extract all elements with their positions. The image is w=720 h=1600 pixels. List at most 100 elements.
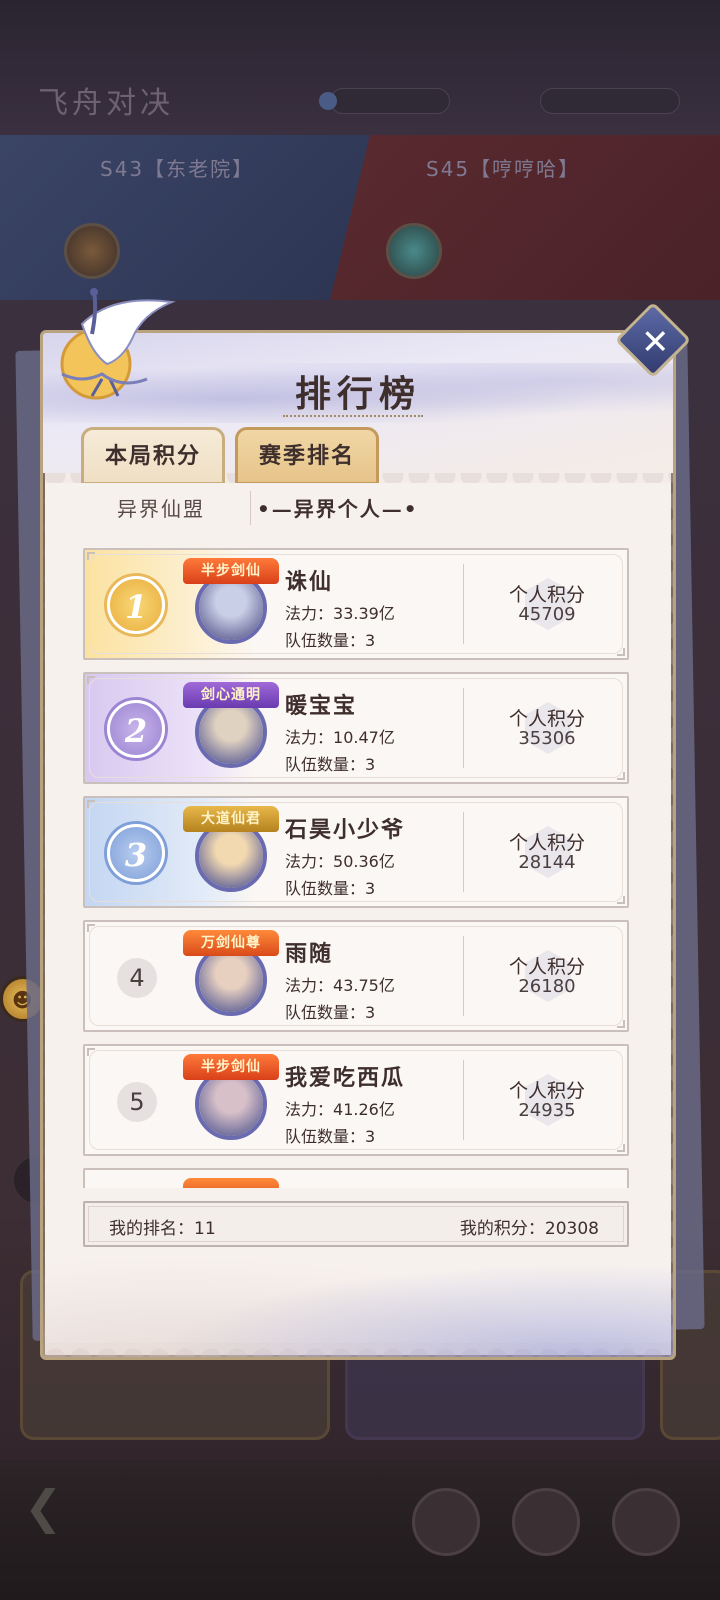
player-avatar[interactable]: 剑心通明 (183, 682, 279, 778)
bottom-menu-button-3[interactable] (612, 1488, 680, 1556)
ranking-row[interactable]: 1 半步剑仙 诛仙法力：33.39亿队伍数量：3 个人积分 45709 (83, 548, 629, 660)
row-corner (87, 676, 95, 684)
rank-medal-icon: 1 (107, 576, 165, 634)
title-badge: 大道仙君 (183, 806, 279, 832)
right-team-avatar (386, 223, 442, 279)
ranking-list[interactable]: 1 半步剑仙 诛仙 法力：33.39亿 队伍数量：3 个人积分 45709 2 剑心通明 暖宝宝法… (83, 548, 629, 1188)
score-value: 26180 (518, 976, 576, 997)
team-banners: S43【东老院】 S45【哼哼哈】 (0, 135, 720, 300)
team-count-label: 队伍数量： (285, 1003, 366, 1022)
right-team-name: S45【哼哼哈】 (426, 157, 581, 181)
player-power: 法力：41.26亿 (285, 1096, 395, 1120)
score-label: 个人积分 (508, 584, 585, 606)
ranking-row[interactable]: 5 半步剑仙 我爱吃西瓜 法力：41.26亿 队伍数量：3 个人积分 24935 (83, 1044, 629, 1156)
row-corner (87, 924, 95, 932)
my-score-label: 我的积分： (459, 1219, 545, 1239)
team-count-value: 3 (365, 1127, 376, 1146)
row-corner (617, 1020, 625, 1028)
title-badge: 半步剑仙 (183, 558, 279, 584)
left-team-banner: S43【东老院】 (0, 135, 370, 300)
row-divider (463, 812, 464, 892)
ranking-row[interactable]: 4 万剑仙尊 雨随 法力：43.75亿 队伍数量：3 个人积分 26180 (83, 920, 629, 1032)
team-count-label: 队伍数量： (285, 755, 366, 774)
right-team-banner: S45【哼哼哈】 (330, 135, 720, 300)
score-label: 个人积分 (508, 832, 585, 854)
power-value: 10.47亿 (333, 728, 395, 747)
score-value: 45709 (518, 604, 576, 625)
player-power: 法力：33.39亿 (285, 600, 395, 624)
player-avatar[interactable]: 万剑仙尊 (183, 930, 279, 1026)
player-name: 我爱吃西瓜 (285, 1065, 406, 1091)
power-label: 法力： (285, 852, 334, 871)
score-value: 28144 (518, 852, 576, 873)
tab-match-score[interactable]: 本局积分 (81, 427, 225, 485)
resource-counter-energy[interactable] (540, 88, 680, 114)
power-label: 法力： (285, 1100, 334, 1119)
subtab-ornament-left: •— (257, 497, 294, 521)
power-value: 50.36亿 (333, 852, 395, 871)
row-corner (617, 1144, 625, 1152)
resource-counter-gems[interactable] (319, 88, 450, 114)
row-divider (463, 564, 464, 644)
score-label: 个人积分 (508, 708, 585, 730)
score-value: 35306 (518, 728, 576, 749)
avatar-portrait (199, 700, 263, 764)
title-badge (183, 1178, 279, 1188)
power-label: 法力： (285, 604, 334, 623)
player-team-count: 队伍数量：3 (285, 875, 375, 899)
title-badge: 万剑仙尊 (183, 930, 279, 956)
team-count-label: 队伍数量： (285, 879, 366, 898)
player-name: 雨随 (285, 941, 334, 967)
left-team-name: S43【东老院】 (100, 157, 255, 181)
tab-season-rank[interactable]: 赛季排名 (235, 427, 379, 485)
player-team-count: 队伍数量：3 (285, 1123, 375, 1147)
subtab-personal[interactable]: •—异界个人—• (257, 493, 419, 522)
avatar-portrait (199, 576, 263, 640)
player-power: 法力：10.47亿 (285, 724, 395, 748)
power-value: 41.26亿 (333, 1100, 395, 1119)
player-name: 暖宝宝 (285, 693, 358, 719)
back-arrow-icon[interactable]: ❮ (24, 1480, 63, 1534)
row-corner (87, 800, 95, 808)
row-divider (463, 688, 464, 768)
row-corner (87, 552, 95, 560)
bottom-menu-button-2[interactable] (512, 1488, 580, 1556)
title-badge: 半步剑仙 (183, 1054, 279, 1080)
team-count-value: 3 (365, 879, 376, 898)
row-corner (617, 648, 625, 656)
player-team-count: 队伍数量：3 (285, 751, 375, 775)
leaderboard-modal: 排行榜 本局积分 赛季排名 异界仙盟 •—异界个人—• 1 半步剑仙 诛仙 法力：33… (40, 330, 676, 1360)
game-mode-title: 飞舟对决 (38, 86, 174, 121)
player-avatar (183, 1178, 279, 1188)
score-label: 个人积分 (508, 1080, 585, 1102)
team-count-value: 3 (365, 631, 376, 650)
player-avatar[interactable]: 半步剑仙 (183, 558, 279, 654)
my-score: 我的积分：20308 (460, 1214, 599, 1239)
row-corner (87, 1048, 95, 1056)
row-corner (617, 896, 625, 904)
ranking-row[interactable]: 3 大道仙君 石昊小少爷 法力：50.36亿 队伍数量：3 个人积分 28144 (83, 796, 629, 908)
player-avatar[interactable]: 半步剑仙 (183, 1054, 279, 1150)
avatar-portrait (199, 1072, 263, 1136)
player-power: 法力：50.36亿 (285, 848, 395, 872)
subtab-alliance[interactable]: 异界仙盟 (117, 493, 205, 522)
team-count-value: 3 (365, 755, 376, 774)
title-badge: 剑心通明 (183, 682, 279, 708)
score-label: 个人积分 (508, 956, 585, 978)
my-rank: 我的排名：11 (109, 1214, 216, 1239)
power-label: 法力： (285, 728, 334, 747)
player-name: 诛仙 (285, 569, 334, 595)
ranking-row[interactable]: 2 剑心通明 暖宝宝 法力：10.47亿 队伍数量：3 个人积分 35306 (83, 672, 629, 784)
player-avatar[interactable]: 大道仙君 (183, 806, 279, 902)
power-value: 43.75亿 (333, 976, 395, 995)
player-name: 石昊小少爷 (285, 817, 406, 843)
row-divider (463, 1060, 464, 1140)
bottom-menu-button-1[interactable] (412, 1488, 480, 1556)
rank-number: 5 (117, 1082, 157, 1122)
ranking-row-partial[interactable] (83, 1168, 629, 1188)
crane-emblem-icon (60, 288, 176, 400)
team-count-label: 队伍数量： (285, 1127, 366, 1146)
player-power: 法力：43.75亿 (285, 972, 395, 996)
score-value: 24935 (518, 1100, 576, 1121)
team-count-label: 队伍数量： (285, 631, 366, 650)
